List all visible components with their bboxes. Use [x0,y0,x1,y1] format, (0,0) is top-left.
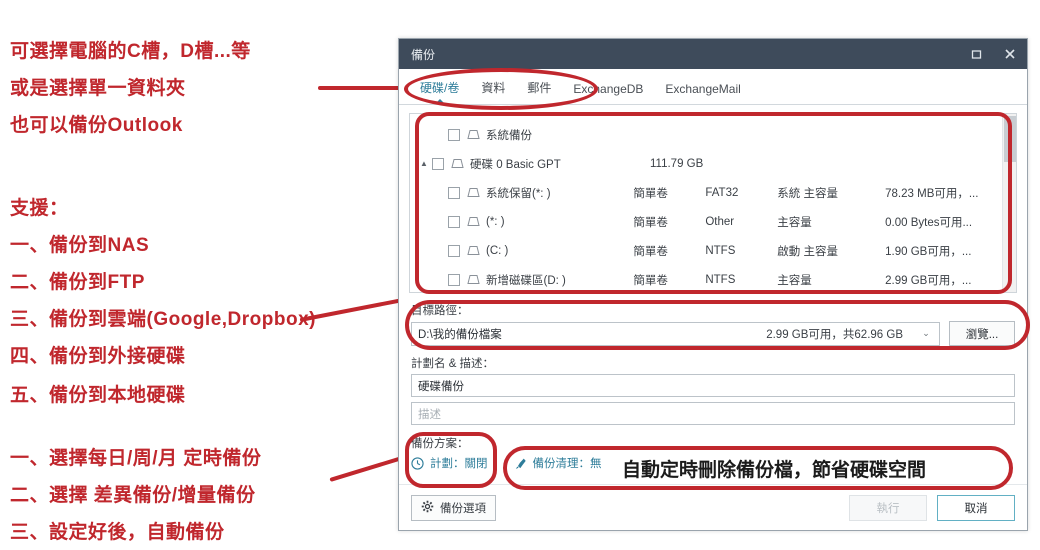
backup-options-button[interactable]: 備份選項 [411,494,496,521]
tabbar: 硬碟/卷 資料 郵件 ExchangeDB ExchangeMail [399,69,1027,105]
plan-name-input[interactable]: 硬碟備份 [411,374,1015,397]
target-path-label: 目標路徑： [411,305,469,317]
description-input[interactable]: 描述 [411,402,1015,425]
dialog-titlebar: 備份 [399,39,1027,69]
tab-files[interactable]: 資料 [470,79,516,104]
row-checkbox[interactable] [432,157,444,170]
annotation-line-7: 三、備份到雲端(Google,Dropbox) [10,309,316,330]
row-role: 啟動 主容量 [777,245,838,258]
row-free: 0.00 Bytes可用... [885,216,973,229]
table-row[interactable]: 系統保留(*: ) 簡單卷 FAT32 系統 主容量 78.23 MB可用，..… [416,178,1002,207]
target-path-capacity: 2.99 GB可用，共62.96 GB [766,328,903,341]
row-type: 簡單卷 [633,216,668,229]
tree-scrollbar[interactable] [1002,114,1016,292]
table-row[interactable]: 系統備份 [416,120,1002,149]
disk-icon [467,216,480,227]
dialog-title: 備份 [411,47,436,62]
schedule-link[interactable]: 計劃：關閉 [411,455,488,471]
table-row[interactable]: (*: ) 簡單卷 Other 主容量 0.00 Bytes可用... [416,207,1002,236]
disk-icon [467,245,480,256]
tab-disk-volume[interactable]: 硬碟/卷 [409,79,470,104]
backup-options-label: 備份選項 [440,502,486,515]
tab-exchangemail[interactable]: ExchangeMail [654,82,751,104]
row-checkbox[interactable] [448,128,460,141]
row-role: 主容量 [777,216,812,229]
annotation-line-6: 二、備份到FTP [10,272,145,293]
row-filesystem: Other [705,215,735,228]
backup-plan-label: 備份方案： [411,438,469,450]
target-path-combo[interactable]: D:\我的備份檔案 2.99 GB可用，共62.96 GB ⌄ [411,321,940,346]
browse-button[interactable]: 瀏覽... [949,321,1015,346]
row-name: 系統保留(*: ) [486,187,551,200]
row-free: 1.90 GB可用，... [885,245,972,258]
disk-icon [467,129,480,140]
row-checkbox[interactable] [448,273,460,286]
row-checkbox[interactable] [448,244,460,257]
row-free: 78.23 MB可用，... [885,187,979,200]
disk-tree[interactable]: 系統備份 ▲ 硬碟 0 Basic GPT 111.79 GB 系統保留(*: … [410,114,1002,292]
dialog-footer: 備份選項 執行 取消 [399,484,1027,530]
disk-icon [467,187,480,198]
row-name: (*: ) [486,215,505,228]
expander-icon[interactable]: ▲ [416,159,432,168]
row-filesystem: FAT32 [705,186,739,199]
row-name: (C: ) [486,244,509,257]
annotation-line-4: 支援： [10,198,69,219]
tree-scrollbar-thumb[interactable] [1004,116,1016,162]
cleanup-label: 備份清理：無 [532,458,602,470]
table-row[interactable]: 新增磁碟區(D: ) 簡單卷 NTFS 主容量 2.99 GB可用，... [416,265,1002,292]
table-row[interactable]: (C: ) 簡單卷 NTFS 啟動 主容量 1.90 GB可用，... [416,236,1002,265]
row-size: 111.79 GB [650,157,704,170]
disk-tree-panel: 系統備份 ▲ 硬碟 0 Basic GPT 111.79 GB 系統保留(*: … [409,113,1017,293]
annotation-line-8: 四、備份到外接硬碟 [10,346,186,367]
maximize-icon[interactable] [959,39,993,69]
schedule-label: 計劃：關閉 [430,458,488,470]
chevron-down-icon[interactable]: ⌄ [919,328,933,339]
row-type: 簡單卷 [633,245,668,258]
annotation-line-12: 三、設定好後，自動備份 [10,522,225,543]
row-name: 新增磁碟區(D: ) [486,274,566,287]
row-checkbox[interactable] [448,215,460,228]
row-type: 簡單卷 [633,274,668,287]
row-role: 主容量 [777,274,812,287]
annotation-line-5: 一、備份到NAS [10,235,150,256]
tab-mail[interactable]: 郵件 [516,79,562,104]
row-free: 2.99 GB可用，... [885,274,972,287]
annotation-line-11: 二、選擇 差異備份/增量備份 [10,485,256,506]
disk-icon [451,158,464,169]
annotation-line-3: 也可以備份Outlook [10,115,183,136]
annotation-line-10: 一、選擇每日/周/月 定時備份 [10,448,262,469]
gear-icon [421,500,434,516]
target-path-row: D:\我的備份檔案 2.99 GB可用，共62.96 GB ⌄ 瀏覽... [411,321,1015,346]
tab-exchangedb[interactable]: ExchangeDB [562,82,654,104]
annotation-line-9: 五、備份到本地硬碟 [10,385,186,406]
plan-name-label: 計劃名 & 描述： [411,358,495,370]
close-icon[interactable] [993,39,1027,69]
row-type: 簡單卷 [633,187,668,200]
broom-icon [514,457,527,470]
row-checkbox[interactable] [448,186,460,199]
annotation-pointer-tabs [318,86,404,90]
cleanup-link[interactable]: 備份清理：無 [514,455,602,471]
run-button[interactable]: 執行 [849,494,927,521]
row-filesystem: NTFS [705,244,736,257]
row-name: 硬碟 0 Basic GPT [470,158,561,171]
screenshot-root: 可選擇電腦的C槽，D槽...等 或是選擇單一資料夾 也可以備份Outlook 支… [0,0,1040,550]
disk-icon [467,274,480,285]
clock-icon [411,456,424,470]
row-role: 系統 主容量 [777,187,838,200]
row-name: 系統備份 [486,129,532,142]
annotation-line-1: 可選擇電腦的C槽，D槽...等 [10,41,251,62]
target-path-value: D:\我的備份檔案 [418,328,502,341]
annotation-line-2: 或是選擇單一資料夾 [10,78,186,99]
cancel-button[interactable]: 取消 [937,494,1015,521]
annotation-callout: 自動定時刪除備份檔，節省硬碟空間 [622,460,927,481]
row-filesystem: NTFS [705,273,736,286]
table-row[interactable]: ▲ 硬碟 0 Basic GPT 111.79 GB [416,149,1002,178]
